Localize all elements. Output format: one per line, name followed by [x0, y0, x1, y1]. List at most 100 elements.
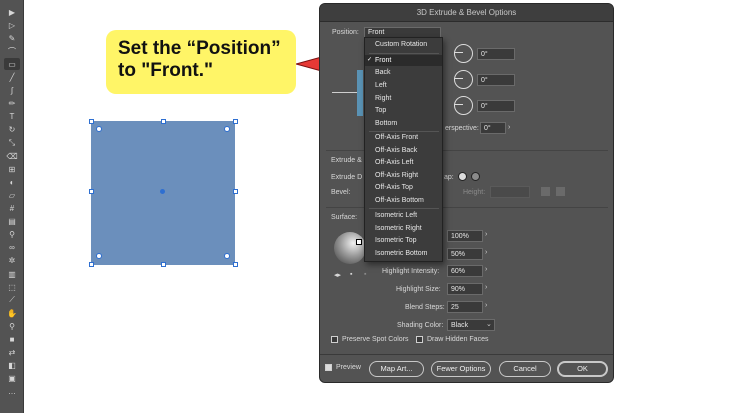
highlight-size-label: Highlight Size:: [396, 286, 441, 293]
handle-corner-bl[interactable]: [89, 262, 94, 267]
new-light-icon[interactable]: ▪: [350, 271, 352, 278]
menu-item-front[interactable]: ✓ Front: [365, 55, 442, 66]
menu-item-bottom[interactable]: Bottom: [375, 120, 397, 127]
screen-mode-icon[interactable]: ▣: [4, 373, 20, 385]
shape-builder-icon[interactable]: ◐: [4, 176, 20, 188]
perspective-chevron-icon[interactable]: ›: [508, 124, 510, 131]
column-graph-icon[interactable]: ▥: [4, 268, 20, 280]
cap-on-icon[interactable]: [458, 172, 467, 181]
move-light-back-icon[interactable]: ◂▸: [334, 271, 341, 279]
hand-icon[interactable]: ✋: [4, 307, 20, 319]
curvature-icon[interactable]: ⌒: [4, 45, 20, 57]
menu-item-right[interactable]: Right: [375, 95, 391, 102]
highlight-intensity-label: Highlight Intensity:: [382, 268, 440, 275]
menu-item-off-axis-front[interactable]: Off-Axis Front: [375, 134, 418, 141]
selection-icon[interactable]: ▶: [4, 6, 20, 18]
z-rotation-field[interactable]: 0°: [477, 100, 515, 112]
pencil-icon[interactable]: ✏: [4, 98, 20, 110]
handle-bottom-right[interactable]: [224, 253, 230, 259]
menu-item-left[interactable]: Left: [375, 82, 387, 89]
bevel-extent-out-icon: [556, 187, 565, 196]
swap-icon[interactable]: ⇄: [4, 347, 20, 359]
menu-separator: [369, 131, 439, 132]
x-rotation-dial-icon[interactable]: [454, 44, 473, 63]
blend-icon[interactable]: ∞: [4, 242, 20, 254]
eraser-icon[interactable]: ⌫: [4, 150, 20, 162]
menu-item-custom-rotation[interactable]: Custom Rotation: [375, 41, 427, 48]
x-rotation-field[interactable]: 0°: [477, 48, 515, 60]
z-rotation-dial-icon[interactable]: [454, 96, 473, 115]
light-source-handle[interactable]: [356, 239, 362, 245]
handle-top-left[interactable]: [96, 126, 102, 132]
light-intensity-field[interactable]: 100%: [447, 230, 483, 242]
scale-icon[interactable]: ⤡: [4, 137, 20, 149]
tools-panel: ▶ ▷ ✎ ⌒ ▭ ╱ ∫ ✏ T ↻ ⤡ ⌫ ⊞ ◐ ▱ # ▤ ⚲ ∞ ✲ ▥ ⬚ ⟋ ✋ ⚲ ■ ⇄ ◧ ▣…: [0, 0, 24, 413]
menu-item-off-axis-top[interactable]: Off-Axis Top: [375, 184, 413, 191]
light-intensity-chevron-icon[interactable]: ›: [485, 231, 487, 238]
fill-stroke-icon[interactable]: ■: [4, 334, 20, 346]
y-rotation-field[interactable]: 0°: [477, 74, 515, 86]
type-icon[interactable]: T: [4, 111, 20, 123]
highlight-intensity-field[interactable]: 60%: [447, 265, 483, 277]
rotate-icon[interactable]: ↻: [4, 124, 20, 136]
menu-item-off-axis-left[interactable]: Off-Axis Left: [375, 159, 413, 166]
cancel-button[interactable]: Cancel: [499, 361, 551, 377]
menu-item-back[interactable]: Back: [375, 69, 391, 76]
menu-item-isometric-top[interactable]: Isometric Top: [375, 237, 417, 244]
highlight-size-chevron-icon[interactable]: ›: [485, 284, 487, 291]
handle-bottom-mid[interactable]: [161, 262, 166, 267]
ambient-light-field[interactable]: 50%: [447, 248, 483, 260]
draw-mode-icon[interactable]: ◧: [4, 360, 20, 372]
menu-item-off-axis-bottom[interactable]: Off-Axis Bottom: [375, 197, 424, 204]
more-tools-icon[interactable]: …: [4, 386, 20, 398]
handle-corner-tl[interactable]: [89, 119, 94, 124]
handle-right-mid[interactable]: [233, 189, 238, 194]
y-rotation-dial-icon[interactable]: [454, 70, 473, 89]
highlight-size-field[interactable]: 90%: [447, 283, 483, 295]
zoom-icon[interactable]: ⚲: [4, 320, 20, 332]
cap-off-icon[interactable]: [471, 172, 480, 181]
menu-item-isometric-left[interactable]: Isometric Left: [375, 212, 417, 219]
blend-steps-chevron-icon[interactable]: ›: [485, 302, 487, 309]
free-transform-icon[interactable]: ⊞: [4, 163, 20, 175]
shading-color-chevron-down-icon[interactable]: ⌄: [486, 320, 492, 328]
preserve-spot-checkbox[interactable]: [331, 336, 338, 343]
handle-corner-tr[interactable]: [233, 119, 238, 124]
perspective-icon[interactable]: ▱: [4, 189, 20, 201]
highlight-intensity-chevron-icon[interactable]: ›: [485, 266, 487, 273]
rectangle-icon[interactable]: ▭: [4, 58, 20, 71]
pen-icon[interactable]: ✎: [4, 32, 20, 44]
menu-item-isometric-right[interactable]: Isometric Right: [375, 225, 422, 232]
handle-left-mid[interactable]: [89, 189, 94, 194]
draw-hidden-checkbox[interactable]: [416, 336, 423, 343]
handle-top-right[interactable]: [224, 126, 230, 132]
handle-corner-br[interactable]: [233, 262, 238, 267]
menu-item-off-axis-right[interactable]: Off-Axis Right: [375, 172, 418, 179]
artboard-icon[interactable]: ⬚: [4, 281, 20, 293]
ambient-light-chevron-icon[interactable]: ›: [485, 249, 487, 256]
symbol-sprayer-icon[interactable]: ✲: [4, 255, 20, 267]
fewer-options-button[interactable]: Fewer Options: [431, 361, 491, 377]
menu-item-top[interactable]: Top: [375, 107, 386, 114]
slice-icon[interactable]: ⟋: [4, 294, 20, 306]
preview-checkbox[interactable]: [325, 364, 332, 371]
mesh-icon[interactable]: #: [4, 203, 20, 215]
paintbrush-icon[interactable]: ∫: [4, 85, 20, 97]
blend-steps-field[interactable]: 25: [447, 301, 483, 313]
menu-item-off-axis-back[interactable]: Off-Axis Back: [375, 147, 417, 154]
eyedropper-icon[interactable]: ⚲: [4, 229, 20, 241]
line-icon[interactable]: ╱: [4, 72, 20, 84]
handle-bottom-left[interactable]: [96, 253, 102, 259]
direct-selection-icon[interactable]: ▷: [4, 19, 20, 31]
map-art-button[interactable]: Map Art...: [369, 361, 424, 377]
instruction-callout: Set the “Position” to "Front.": [106, 30, 296, 94]
lighting-sphere[interactable]: [334, 232, 366, 264]
handle-top-mid[interactable]: [161, 119, 166, 124]
shading-color-label: Shading Color:: [397, 322, 444, 329]
ok-button[interactable]: OK: [557, 361, 608, 377]
menu-item-isometric-bottom[interactable]: Isometric Bottom: [375, 250, 428, 257]
position-label: Position:: [332, 29, 359, 36]
perspective-field[interactable]: 0°: [480, 122, 506, 134]
gradient-icon[interactable]: ▤: [4, 216, 20, 228]
center-point: [160, 189, 165, 194]
